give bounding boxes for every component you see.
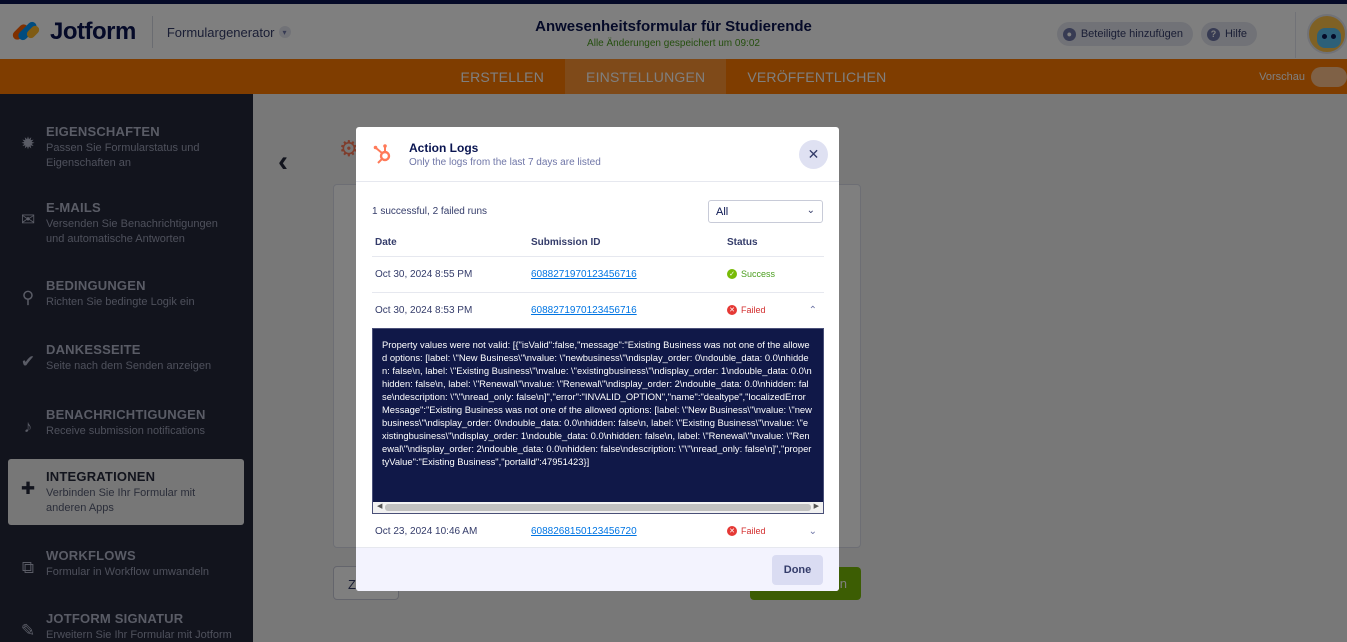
modal-title: Action Logs — [409, 141, 479, 155]
table-row[interactable]: Oct 30, 2024 8:55 PM 6088271970123456716… — [372, 257, 824, 293]
logs-table: Date Submission ID Status Oct 30, 2024 8… — [372, 237, 824, 549]
status-badge: ✓ Success — [727, 269, 775, 279]
scroll-left-icon[interactable]: ◀ — [377, 502, 382, 510]
table-header: Date Submission ID Status — [372, 237, 824, 257]
row-date: Oct 30, 2024 8:53 PM — [375, 305, 473, 316]
runs-summary: 1 successful, 2 failed runs — [372, 206, 488, 217]
chevron-up-icon[interactable]: ⌃ — [809, 305, 817, 316]
submission-link[interactable]: 6088271970123456716 — [531, 269, 637, 280]
horizontal-scrollbar[interactable]: ◀ ▶ — [373, 502, 823, 513]
row-date: Oct 30, 2024 8:55 PM — [375, 269, 473, 280]
scroll-right-icon[interactable]: ▶ — [814, 502, 819, 510]
modal-footer: Done — [356, 547, 839, 591]
submission-link[interactable]: 6088268150123456720 — [531, 526, 637, 537]
status-filter-select[interactable]: All ⌄ — [708, 200, 823, 223]
chevron-down-icon: ⌄ — [806, 205, 815, 216]
filter-value: All — [716, 206, 729, 218]
modal-header: Action Logs Only the logs from the last … — [356, 127, 839, 182]
row-date: Oct 23, 2024 10:46 AM — [375, 526, 478, 537]
column-status: Status — [727, 237, 758, 248]
close-icon: ✕ — [807, 146, 820, 162]
close-button[interactable]: ✕ — [799, 140, 828, 169]
submission-link[interactable]: 6088271970123456716 — [531, 305, 637, 316]
chevron-down-icon[interactable]: ⌄ — [809, 526, 817, 537]
status-badge: ✕ Failed — [727, 305, 766, 315]
action-logs-modal: Action Logs Only the logs from the last … — [356, 127, 839, 591]
error-details: Property values were not valid: [{"isVal… — [372, 328, 824, 514]
check-icon: ✓ — [727, 269, 737, 279]
table-row[interactable]: Oct 30, 2024 8:53 PM 6088271970123456716… — [372, 293, 824, 329]
column-submission-id: Submission ID — [531, 237, 601, 248]
scrollbar-thumb[interactable] — [385, 504, 811, 511]
error-icon: ✕ — [727, 305, 737, 315]
status-badge: ✕ Failed — [727, 526, 766, 536]
error-message: Property values were not valid: [{"isVal… — [382, 339, 812, 467]
error-icon: ✕ — [727, 526, 737, 536]
done-button[interactable]: Done — [772, 555, 823, 585]
column-date: Date — [375, 237, 397, 248]
hubspot-icon — [373, 144, 391, 164]
table-row[interactable]: Oct 23, 2024 10:46 AM 608826815012345672… — [372, 514, 824, 549]
modal-subtitle: Only the logs from the last 7 days are l… — [409, 157, 601, 168]
